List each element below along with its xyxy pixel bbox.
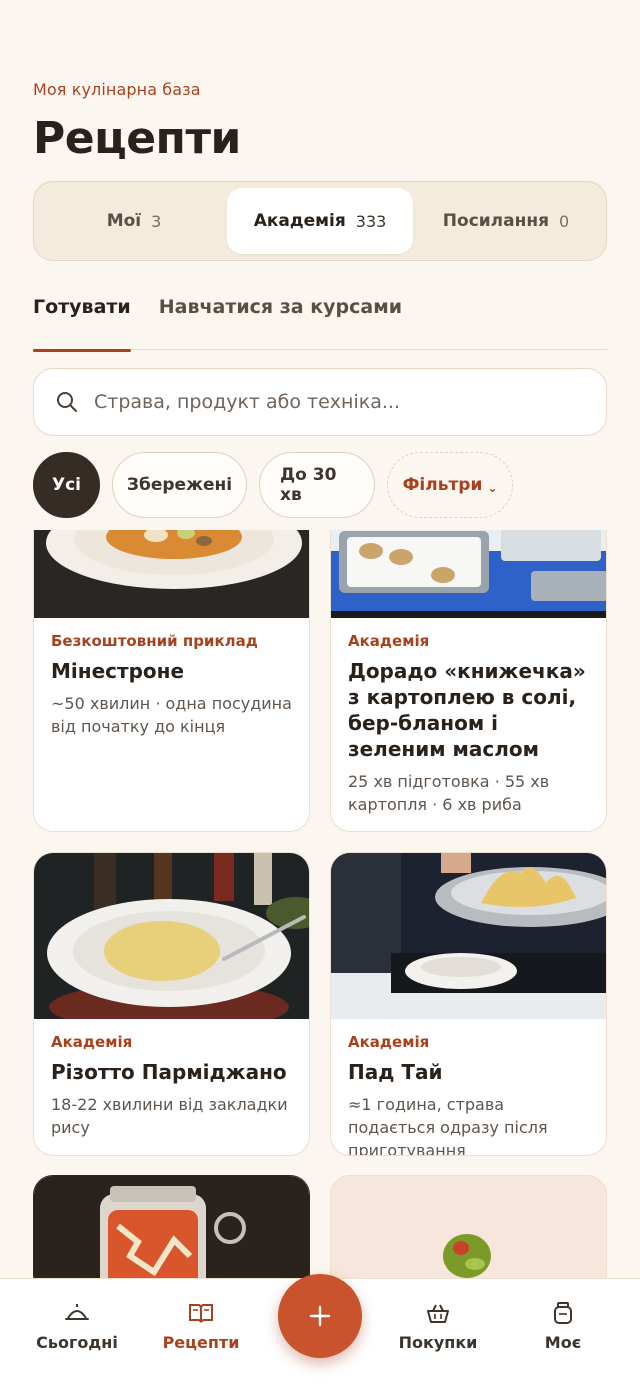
- recipe-card[interactable]: Академія Дорадо «книжечка» з картоплею в…: [330, 530, 607, 832]
- recipe-image: [34, 1176, 309, 1280]
- filter-chips: Усі Збережені До 30 хв Фільтри ⌄: [33, 452, 513, 518]
- recipe-tag: Академія: [348, 1033, 430, 1051]
- chevron-down-icon: ⌄: [487, 481, 498, 495]
- recipe-image: [331, 853, 606, 1019]
- nav-shopping[interactable]: Покупки: [383, 1301, 493, 1352]
- recipe-tag: Академія: [51, 1033, 133, 1051]
- recipe-card[interactable]: Академія Різотто Парміджано 18-22 хвилин…: [33, 852, 310, 1156]
- kimchi-jar-photo-icon: [34, 1176, 309, 1280]
- nav-label: Покупки: [398, 1333, 478, 1352]
- basket-icon: [427, 1304, 449, 1323]
- recipe-meta: 18-22 хвилини від закладки рису: [51, 1095, 288, 1137]
- recipe-meta: ≈1 година, страва подається одразу після…: [348, 1095, 548, 1156]
- nav-mine[interactable]: Моє: [508, 1301, 618, 1352]
- recipe-card[interactable]: Безкоштовний приклад Мінестроне ~50 хвил…: [33, 530, 310, 832]
- chip-filters[interactable]: Фільтри ⌄: [387, 452, 513, 518]
- segment-label: Мої: [106, 211, 142, 231]
- recipe-title: Різотто Парміджано: [51, 1060, 287, 1084]
- segment-count: 0: [559, 211, 570, 231]
- recipe-meta: 25 хв підготовка · 55 хв картопля · 6 хв…: [348, 772, 550, 814]
- olive-illustration-icon: [443, 1234, 491, 1278]
- segment-my[interactable]: Мої 3: [41, 188, 227, 254]
- add-recipe-button[interactable]: [278, 1274, 362, 1358]
- recipe-card[interactable]: [33, 1175, 310, 1280]
- segment-count: 333: [355, 211, 387, 231]
- chip-filters-label: Фільтри: [402, 475, 483, 495]
- page-header: Моя кулінарна база Рецепти: [33, 80, 607, 164]
- subtabs: Готувати Навчатися за курсами: [33, 296, 607, 352]
- page-eyebrow: Моя кулінарна база: [33, 80, 201, 99]
- recipe-tag: Академія: [348, 632, 430, 650]
- recipe-image: [331, 530, 606, 618]
- chip-saved[interactable]: Збережені: [112, 452, 247, 518]
- risotto-photo-icon: [34, 853, 309, 1019]
- segment-count: 3: [151, 211, 162, 231]
- recipe-title: Мінестроне: [51, 659, 185, 683]
- cloche-icon: [65, 1304, 89, 1320]
- segment-academy[interactable]: Академія 333: [227, 188, 413, 254]
- recipe-meta: ~50 хвилин · одна посудина від початку д…: [51, 694, 292, 736]
- page-title: Рецепти: [33, 113, 241, 164]
- chip-under-30[interactable]: До 30 хв: [259, 452, 375, 518]
- recipe-card[interactable]: [330, 1175, 607, 1280]
- nav-recipes[interactable]: Рецепти: [146, 1301, 256, 1352]
- jar-icon: [554, 1302, 572, 1324]
- recipe-grid: Безкоштовний приклад Мінестроне ~50 хвил…: [0, 530, 640, 1280]
- recipe-tag: Безкоштовний приклад: [51, 632, 258, 650]
- segment-label: Академія: [253, 211, 346, 231]
- soup-photo-icon: [34, 530, 309, 618]
- nav-label: Моє: [544, 1333, 582, 1352]
- tab-learn-courses[interactable]: Навчатися за курсами: [159, 296, 402, 350]
- fish-photo-icon: [331, 530, 606, 618]
- plus-icon: [309, 1305, 331, 1327]
- recipe-image: [331, 1176, 606, 1280]
- recipe-title: Пад Тай: [348, 1060, 443, 1084]
- chip-all[interactable]: Усі: [33, 452, 100, 518]
- source-segmented-control: Мої 3 Академія 333 Посилання 0: [33, 181, 607, 261]
- pad-thai-photo-icon: [331, 853, 606, 1019]
- recipe-image: [34, 853, 309, 1019]
- recipe-image: [34, 530, 309, 618]
- nav-today[interactable]: Сьогодні: [22, 1301, 132, 1352]
- nav-label: Рецепти: [162, 1333, 240, 1352]
- search-icon: [57, 392, 77, 412]
- book-icon: [189, 1304, 213, 1323]
- segment-links[interactable]: Посилання 0: [413, 188, 599, 254]
- search-placeholder: Страва, продукт або техніка...: [94, 391, 400, 413]
- recipe-card[interactable]: Академія Пад Тай ≈1 година, страва подає…: [330, 852, 607, 1156]
- recipe-title: Дорадо «книжечка» з картоплею в солі, бе…: [348, 659, 586, 761]
- segment-label: Посилання: [442, 211, 550, 231]
- search-input[interactable]: Страва, продукт або техніка...: [33, 368, 607, 436]
- tab-cook[interactable]: Готувати: [33, 296, 131, 352]
- nav-label: Сьогодні: [36, 1333, 118, 1352]
